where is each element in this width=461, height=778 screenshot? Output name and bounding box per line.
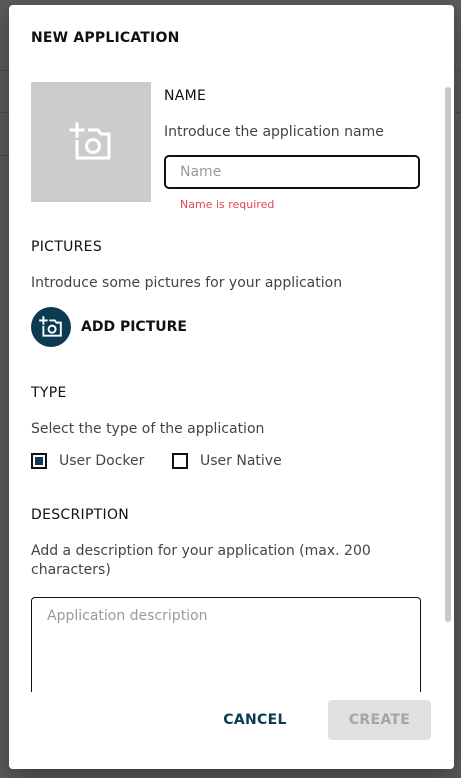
description-help-line1: Add a description for your application (… bbox=[31, 543, 371, 559]
type-option-user-docker[interactable]: User Docker bbox=[31, 453, 144, 469]
type-option-user-native[interactable]: User Native bbox=[172, 453, 282, 469]
checkbox-checked-indicator bbox=[35, 457, 43, 465]
background-divider bbox=[454, 70, 461, 71]
name-description: Introduce the application name bbox=[164, 124, 384, 140]
description-textarea[interactable] bbox=[31, 597, 421, 692]
name-input[interactable] bbox=[164, 155, 420, 189]
new-application-dialog: NEW APPLICATION NAME Introduce the appli… bbox=[9, 5, 454, 769]
dialog-title: NEW APPLICATION bbox=[31, 30, 180, 46]
add-photo-icon bbox=[39, 316, 62, 337]
cancel-button[interactable]: CANCEL bbox=[215, 700, 295, 740]
background-divider bbox=[0, 112, 9, 113]
add-picture-label: ADD PICTURE bbox=[81, 319, 187, 335]
user-docker-checkbox[interactable] bbox=[31, 453, 47, 469]
background-divider bbox=[0, 155, 9, 156]
user-native-label: User Native bbox=[200, 453, 282, 469]
create-button[interactable]: CREATE bbox=[328, 700, 431, 740]
name-label: NAME bbox=[164, 88, 207, 104]
pictures-label: PICTURES bbox=[31, 239, 103, 255]
background-divider bbox=[454, 112, 461, 113]
application-image-placeholder[interactable] bbox=[31, 82, 151, 202]
pictures-description: Introduce some pictures for your applica… bbox=[31, 275, 343, 291]
type-description: Select the type of the application bbox=[31, 421, 265, 437]
user-native-checkbox[interactable] bbox=[172, 453, 188, 469]
content-scrollbar-thumb[interactable] bbox=[445, 87, 451, 622]
user-docker-label: User Docker bbox=[59, 453, 145, 469]
add-photo-icon bbox=[69, 122, 111, 160]
dialog-content: NAME Introduce the application name Name… bbox=[9, 65, 454, 692]
dialog-footer: CANCEL CREATE bbox=[9, 692, 454, 769]
add-picture-circle[interactable] bbox=[31, 307, 71, 347]
description-help-line2: characters) bbox=[31, 562, 111, 578]
name-error-message: Name is required bbox=[180, 198, 275, 211]
description-label: DESCRIPTION bbox=[31, 507, 130, 523]
add-picture-button[interactable]: ADD PICTURE bbox=[31, 307, 187, 347]
background-divider bbox=[0, 70, 9, 71]
type-label: TYPE bbox=[31, 385, 67, 401]
